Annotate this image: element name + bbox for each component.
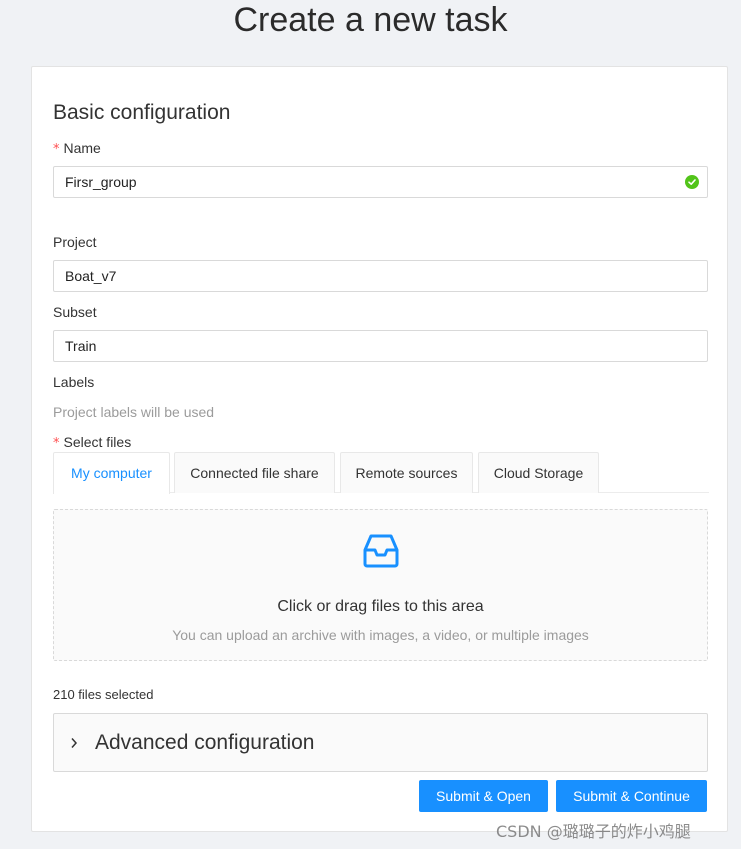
subset-label: Subset xyxy=(53,304,97,320)
project-value: Boat_v7 xyxy=(65,268,117,284)
name-label-text: Name xyxy=(63,140,101,156)
name-label: * Name xyxy=(53,140,101,157)
submit-continue-button[interactable]: Submit & Continue xyxy=(556,780,707,812)
advanced-configuration-label: Advanced configuration xyxy=(95,731,315,754)
inbox-icon xyxy=(362,532,400,575)
section-title: Basic configuration xyxy=(53,101,231,124)
watermark: CSDN @璐璐子的炸小鸡腿 xyxy=(496,822,691,841)
required-marker: * xyxy=(53,436,60,451)
labels-hint: Project labels will be used xyxy=(53,404,215,420)
page-title: Create a new task xyxy=(233,1,508,39)
dropzone-text: Click or drag files to this area xyxy=(277,598,484,615)
check-circle-icon xyxy=(685,175,699,189)
tab-remote-sources[interactable]: Remote sources xyxy=(340,452,473,493)
file-source-tabs: My computer Connected file share Remote … xyxy=(53,452,709,494)
file-dropzone[interactable]: Click or drag files to this area You can… xyxy=(53,509,708,661)
tab-connected-file-share[interactable]: Connected file share xyxy=(174,452,335,493)
name-input-value: Firsr_group xyxy=(65,174,137,190)
subset-input[interactable]: Train xyxy=(53,330,708,362)
required-marker: * xyxy=(53,142,60,157)
task-form-card: Basic configuration * Name Firsr_group Pr… xyxy=(31,66,728,832)
tab-cloud-storage[interactable]: Cloud Storage xyxy=(478,452,599,493)
labels-label: Labels xyxy=(53,374,95,390)
advanced-configuration-panel[interactable]: Advanced configuration xyxy=(53,713,708,772)
submit-open-button[interactable]: Submit & Open xyxy=(419,780,548,812)
files-selected-count: 210 files selected xyxy=(53,687,154,702)
subset-value: Train xyxy=(65,338,97,354)
chevron-right-icon xyxy=(70,736,78,754)
project-select[interactable]: Boat_v7 xyxy=(53,260,708,292)
tab-my-computer[interactable]: My computer xyxy=(53,452,170,494)
select-files-label: * Select files xyxy=(53,434,131,451)
name-input[interactable]: Firsr_group xyxy=(53,166,708,198)
select-files-label-text: Select files xyxy=(63,434,132,450)
project-label: Project xyxy=(53,234,97,250)
dropzone-hint: You can upload an archive with images, a… xyxy=(172,627,589,643)
